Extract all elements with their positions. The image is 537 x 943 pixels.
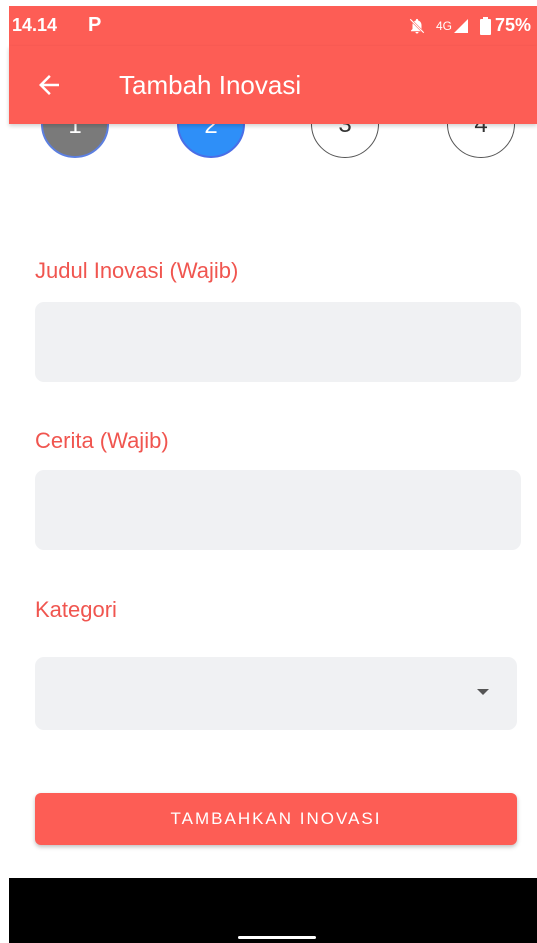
step-indicator: 1 2 3 4 (0, 124, 537, 160)
back-arrow-icon[interactable] (34, 70, 64, 100)
page-title: Tambah Inovasi (119, 70, 302, 100)
tambahkan-inovasi-button[interactable]: TAMBAHKAN INOVASI (35, 793, 517, 845)
status-right: 4G 75% (408, 15, 531, 36)
kategori-label: Kategori (35, 597, 117, 622)
step-2-active[interactable]: 2 (177, 124, 245, 158)
battery-indicator: 75% (479, 15, 531, 36)
dropdown-arrow-icon (477, 689, 489, 695)
battery-icon (479, 16, 491, 35)
network-label: 4G (435, 18, 452, 33)
app-bar: Tambah Inovasi (9, 46, 537, 124)
step-1[interactable]: 1 (41, 124, 109, 158)
battery-percent: 75% (494, 15, 531, 35)
cerita-label: Cerita (Wajib) (35, 428, 169, 453)
network-indicator: 4G (435, 18, 470, 33)
judul-inovasi-label: Judul Inovasi (Wajib) (35, 258, 239, 283)
signal-icon (453, 18, 468, 33)
cerita-input[interactable] (35, 470, 521, 550)
app-notification-icon: P (88, 14, 102, 36)
status-time: 14.14 (12, 15, 58, 35)
step-3[interactable]: 3 (311, 124, 379, 158)
kategori-dropdown[interactable] (35, 657, 517, 730)
home-gesture-handle[interactable] (238, 936, 316, 939)
status-bar: 14.14 P 4G 75% (9, 6, 537, 46)
step-4[interactable]: 4 (447, 124, 515, 158)
silent-alarm-icon (409, 17, 425, 34)
judul-inovasi-input[interactable] (35, 302, 521, 382)
system-nav-bar (9, 878, 537, 943)
